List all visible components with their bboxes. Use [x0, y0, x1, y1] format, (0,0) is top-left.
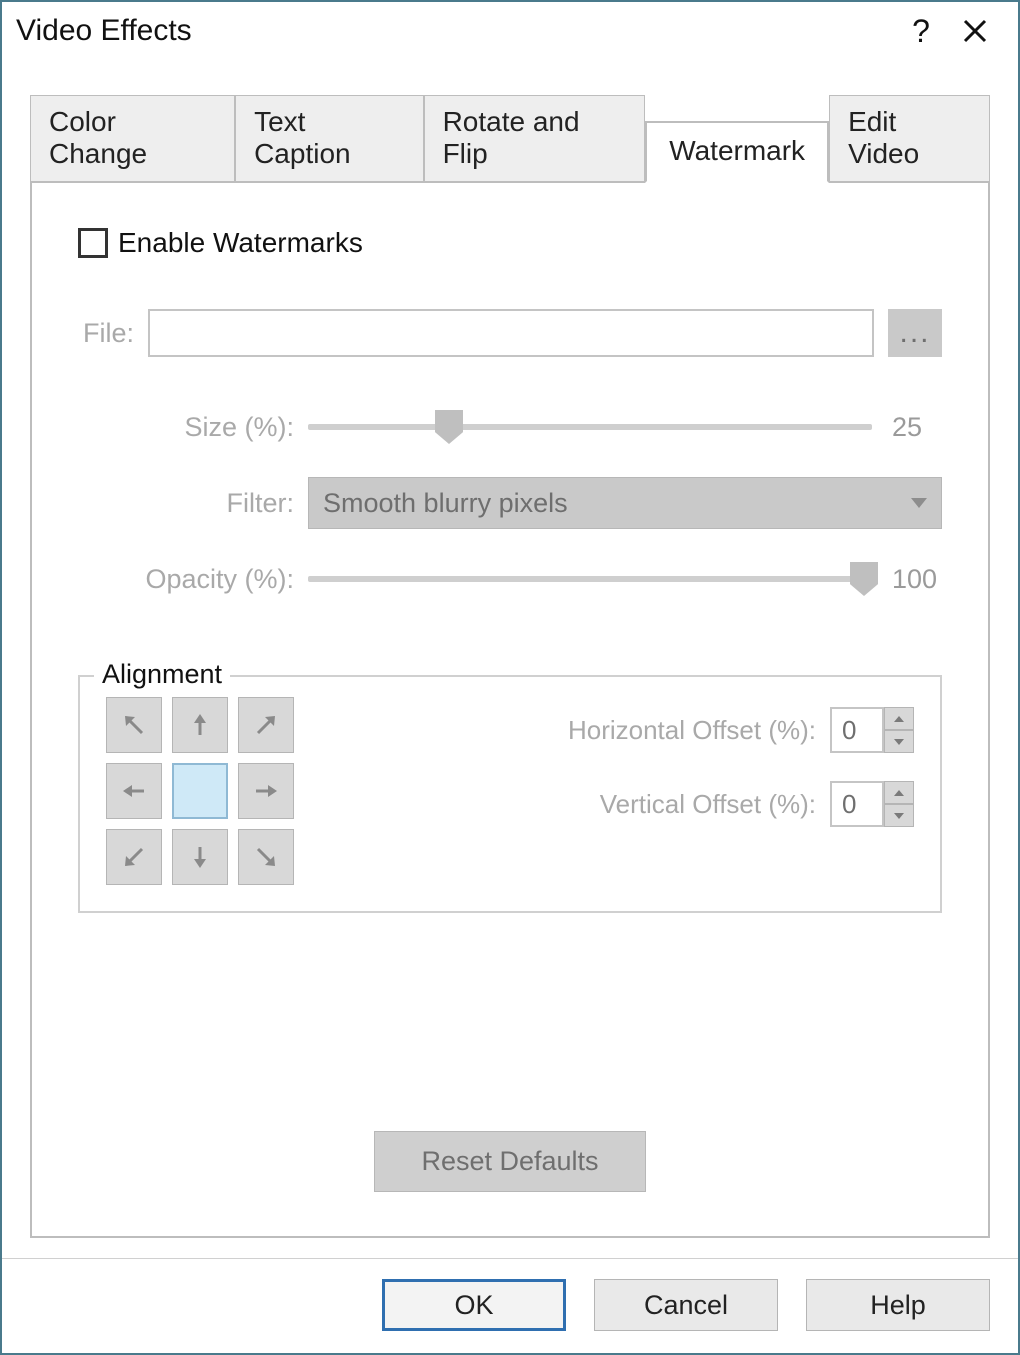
size-label: Size (%): — [78, 412, 308, 443]
titlebar: Video Effects ? — [2, 2, 1018, 68]
file-row: File: ... — [78, 309, 942, 357]
chevron-down-icon — [911, 498, 927, 508]
help-button[interactable]: Help — [806, 1279, 990, 1331]
tab-color-change[interactable]: Color Change — [30, 95, 235, 182]
ok-button[interactable]: OK — [382, 1279, 566, 1331]
filter-value: Smooth blurry pixels — [323, 488, 568, 519]
size-slider[interactable] — [308, 407, 872, 447]
opacity-value: 100 — [872, 564, 942, 595]
enable-watermark-checkbox[interactable]: Enable Watermarks — [78, 227, 942, 259]
reset-area: Reset Defaults — [78, 913, 942, 1192]
arrow-up-right-icon — [252, 711, 280, 739]
v-offset-value[interactable]: 0 — [830, 781, 884, 827]
filter-label: Filter: — [78, 488, 308, 519]
opacity-row: Opacity (%): 100 — [78, 559, 942, 599]
align-middle-right[interactable] — [238, 763, 294, 819]
arrow-down-right-icon — [252, 843, 280, 871]
alignment-grid — [106, 697, 294, 885]
close-icon[interactable] — [948, 8, 1002, 54]
v-offset-row: Vertical Offset (%): 0 — [354, 781, 914, 827]
tab-panel-watermark: Enable Watermarks File: ... Size (%): 25… — [30, 181, 990, 1238]
cancel-button[interactable]: Cancel — [594, 1279, 778, 1331]
arrow-right-icon — [252, 777, 280, 805]
filter-select[interactable]: Smooth blurry pixels — [308, 477, 942, 529]
size-value: 25 — [872, 412, 942, 443]
browse-button[interactable]: ... — [888, 309, 942, 357]
h-offset-label: Horizontal Offset (%): — [354, 715, 830, 746]
reset-defaults-button[interactable]: Reset Defaults — [374, 1131, 645, 1192]
align-bottom-center[interactable] — [172, 829, 228, 885]
arrow-down-left-icon — [120, 843, 148, 871]
align-center[interactable] — [172, 763, 228, 819]
arrow-down-icon — [186, 843, 214, 871]
align-middle-left[interactable] — [106, 763, 162, 819]
ellipsis-icon: ... — [899, 316, 930, 350]
tab-text-caption[interactable]: Text Caption — [235, 95, 424, 182]
file-label: File: — [78, 318, 148, 349]
alignment-group: Alignment — [78, 675, 942, 913]
h-offset-value[interactable]: 0 — [830, 707, 884, 753]
tab-watermark[interactable]: Watermark — [645, 121, 829, 183]
opacity-label: Opacity (%): — [78, 564, 308, 595]
offset-column: Horizontal Offset (%): 0 Vertical Offset… — [294, 697, 914, 827]
h-offset-row: Horizontal Offset (%): 0 — [354, 707, 914, 753]
alignment-legend: Alignment — [94, 659, 230, 690]
h-offset-up[interactable] — [884, 707, 914, 730]
dialog-body: Color Change Text Caption Rotate and Fli… — [2, 68, 1018, 1258]
h-offset-spinner[interactable]: 0 — [830, 707, 914, 753]
arrow-left-icon — [120, 777, 148, 805]
v-offset-down[interactable] — [884, 804, 914, 827]
tab-rotate-flip[interactable]: Rotate and Flip — [424, 95, 646, 182]
tab-edit-video[interactable]: Edit Video — [829, 95, 990, 182]
dialog-footer: OK Cancel Help — [2, 1258, 1018, 1353]
file-input[interactable] — [148, 309, 874, 357]
align-bottom-right[interactable] — [238, 829, 294, 885]
dialog-window: Video Effects ? Color Change Text Captio… — [0, 0, 1020, 1355]
filter-row: Filter: Smooth blurry pixels — [78, 477, 942, 529]
align-top-left[interactable] — [106, 697, 162, 753]
align-top-center[interactable] — [172, 697, 228, 753]
align-top-right[interactable] — [238, 697, 294, 753]
opacity-slider[interactable] — [308, 559, 872, 599]
size-row: Size (%): 25 — [78, 407, 942, 447]
dialog-title: Video Effects — [16, 14, 894, 48]
align-bottom-left[interactable] — [106, 829, 162, 885]
tab-strip: Color Change Text Caption Rotate and Fli… — [30, 94, 990, 181]
enable-watermark-label: Enable Watermarks — [118, 227, 363, 259]
v-offset-spinner[interactable]: 0 — [830, 781, 914, 827]
arrow-up-left-icon — [120, 711, 148, 739]
h-offset-down[interactable] — [884, 730, 914, 753]
v-offset-up[interactable] — [884, 781, 914, 804]
v-offset-label: Vertical Offset (%): — [354, 789, 830, 820]
checkbox-box-icon — [78, 228, 108, 258]
arrow-up-icon — [186, 711, 214, 739]
help-icon[interactable]: ? — [894, 8, 948, 54]
